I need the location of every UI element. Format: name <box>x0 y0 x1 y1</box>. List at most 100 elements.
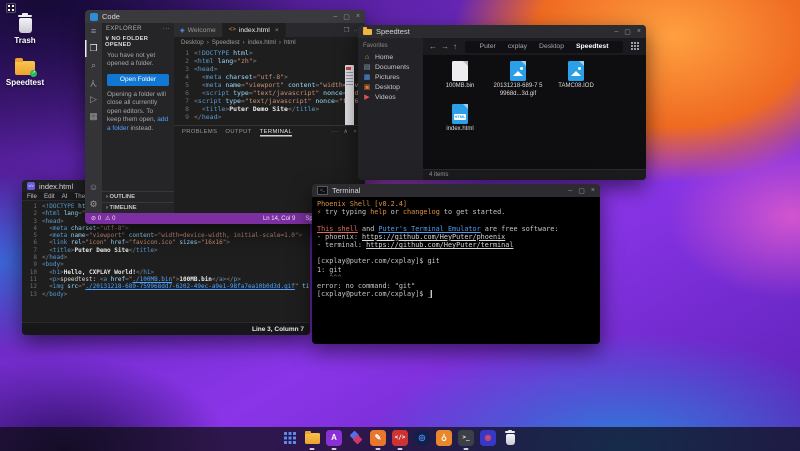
code-line[interactable]: 4 <meta charset="utf-8"> <box>174 73 365 81</box>
warnings-count[interactable]: ⚠ 0 <box>105 215 115 222</box>
more-actions-icon[interactable]: ··· <box>163 26 170 32</box>
forward-icon[interactable]: → <box>441 43 449 51</box>
vscode-breadcrumb[interactable]: Desktop›Speedtest›index.html›html <box>174 37 365 47</box>
minimize-button[interactable]: – <box>333 13 337 20</box>
code-line[interactable]: 8 <title>Puter Demo Site</title> <box>174 105 365 113</box>
extensions-icon[interactable]: ▦ <box>85 108 102 125</box>
close-button[interactable]: × <box>637 28 641 35</box>
sidebar-item-pictures[interactable]: ▦Pictures <box>363 72 423 82</box>
sidebar-item-documents[interactable]: ▤Documents <box>363 62 423 72</box>
breadcrumb-item[interactable]: Desktop <box>181 39 204 46</box>
panel-action-icon[interactable]: ··· <box>332 129 339 135</box>
source-control-icon[interactable]: ϒ <box>85 74 102 91</box>
file-item[interactable]: HTMLindex.html <box>435 104 485 134</box>
explorer-icon[interactable]: ❐ <box>85 40 102 57</box>
taskbar-item-file-manager[interactable] <box>304 429 320 450</box>
code-line[interactable]: 13</body> <box>22 291 310 298</box>
code-line[interactable]: 9</head> <box>174 113 365 121</box>
taskbar-item-speedtest[interactable]: ◉ <box>480 429 496 450</box>
terminal-body[interactable]: Phoenix Shell [v0.2.4]⚡ try typing help … <box>312 197 600 344</box>
taskbar-item-app-center[interactable]: A <box>326 429 342 450</box>
back-icon[interactable]: ← <box>429 43 437 51</box>
code-line[interactable]: 4 <meta charset="utf-8"> <box>22 225 310 232</box>
vscode-titlebar[interactable]: Code –▢× <box>85 10 365 23</box>
breadcrumb-item[interactable]: html <box>284 39 296 46</box>
sidebar-item-home[interactable]: ⌂Home <box>363 52 423 62</box>
file-item[interactable]: 20131218-689-7 59968d...3d.gif <box>493 61 543 98</box>
editor-action-icon[interactable]: ❐ <box>344 26 350 34</box>
code-line[interactable]: 3<head> <box>174 65 365 73</box>
panel-tab-problems[interactable]: PROBLEMS <box>182 129 217 135</box>
breadcrumb-item-desktop[interactable]: Desktop <box>539 43 564 50</box>
panel-action-icon[interactable]: × <box>353 129 357 135</box>
minimize-button[interactable]: – <box>568 187 572 194</box>
vscode-code-area[interactable]: 1<!DOCTYPE html>2<html lang="zh">3<head>… <box>174 47 365 126</box>
minimap[interactable] <box>345 65 354 126</box>
close-tab-icon[interactable]: × <box>275 27 279 34</box>
run-debug-icon[interactable]: ▷ <box>85 91 102 108</box>
no-folder-section[interactable]: ∨ NO FOLDER OPENED <box>102 34 174 50</box>
sidebar-item-videos[interactable]: ▶Videos <box>363 92 423 102</box>
panel-action-icon[interactable]: ∧ <box>344 129 349 135</box>
desktop-icon-trash[interactable]: Trash <box>2 13 48 45</box>
terminal-titlebar[interactable]: >_ Terminal –▢× <box>312 184 600 197</box>
code-line[interactable]: 1<!DOCTYPE html> <box>174 49 365 57</box>
taskbar-item-trash[interactable] <box>502 429 518 450</box>
code-line[interactable]: 12 <img src="./20131218-689-759968dd7-62… <box>22 283 310 290</box>
open-folder-button[interactable]: Open Folder <box>107 74 169 86</box>
accounts-icon[interactable]: ☺ <box>85 179 102 196</box>
line-col-indicator[interactable]: Ln 14, Col 9 <box>263 216 295 222</box>
code-line[interactable]: 11 <p>speedtest: <a href="./100MB.bin">1… <box>22 276 310 283</box>
taskbar-item-camera[interactable]: ◎ <box>414 429 430 450</box>
puter-menu-icon[interactable] <box>6 3 16 13</box>
breadcrumb-item-cxplay[interactable]: cxplay <box>508 43 527 50</box>
search-icon[interactable]: ⌕ <box>85 57 102 74</box>
taskbar-item-vscode[interactable]: </> <box>392 429 408 450</box>
menu-icon[interactable]: ≡ <box>85 23 102 40</box>
code-line[interactable]: 9<body> <box>22 261 310 268</box>
file-item[interactable]: 100MB.bin <box>435 61 485 98</box>
panel-tab-output[interactable]: OUTPUT <box>225 129 251 135</box>
up-icon[interactable]: ↑ <box>453 43 457 51</box>
taskbar-item-app-launcher[interactable] <box>282 429 298 450</box>
tab-index-html[interactable]: <>index.html× <box>223 23 286 37</box>
panel-tab-terminal[interactable]: TERMINAL <box>260 129 293 135</box>
menu-edit[interactable]: Edit <box>44 193 55 200</box>
code-line[interactable]: 7 <title>Puter Demo Site</title> <box>22 247 310 254</box>
code-line[interactable]: 5 <meta name="viewport" content="width=d… <box>22 232 310 239</box>
files-breadcrumb[interactable]: Puter cxplay Desktop Speedtest <box>465 41 623 53</box>
menu-file[interactable]: File <box>27 193 37 200</box>
breadcrumb-item[interactable]: index.html <box>248 39 276 46</box>
files-titlebar[interactable]: Speedtest –▢× <box>358 25 646 38</box>
tab-welcome[interactable]: ◈Welcome <box>174 23 223 37</box>
code-line[interactable]: 7<script type="text/javascript" nonce="f… <box>174 97 365 105</box>
grid-view-icon[interactable] <box>631 42 640 51</box>
taskbar-item-editor[interactable]: ✎ <box>370 429 386 450</box>
breadcrumb-item-puter[interactable]: Puter <box>480 43 496 50</box>
code-line[interactable]: 6 <link rel="icon" href="favicon.ico" si… <box>22 239 310 246</box>
maximize-button[interactable]: ▢ <box>578 187 585 195</box>
breadcrumb-item[interactable]: Speedtest <box>212 39 240 46</box>
timeline-section[interactable]: › TIMELINE <box>102 202 174 213</box>
taskbar-item-dev-center[interactable] <box>348 429 364 450</box>
code-line[interactable]: 2<html lang="zh"> <box>174 57 365 65</box>
errors-count[interactable]: ⊘ 0 <box>91 215 101 222</box>
desktop-icon-speedtest[interactable]: ↗ Speedtest <box>2 59 48 87</box>
code-line[interactable]: 6 <script type="text/javascript" nonce="… <box>174 89 365 97</box>
code-line[interactable]: 10 <h1>Hello, CXPLAY World!</h1> <box>22 269 310 276</box>
outline-section[interactable]: › OUTLINE <box>102 191 174 202</box>
minimize-button[interactable]: – <box>614 28 618 35</box>
breadcrumb-item-speedtest[interactable]: Speedtest <box>576 43 608 50</box>
sidebar-item-desktop[interactable]: ▣Desktop <box>363 82 423 92</box>
close-button[interactable]: × <box>356 13 360 20</box>
file-item[interactable]: TAMC08.IOD <box>551 61 601 98</box>
close-button[interactable]: × <box>591 187 595 194</box>
code-line[interactable]: 8</head> <box>22 254 310 261</box>
taskbar-item-recorder[interactable]: ⚲ <box>436 429 452 450</box>
settings-gear-icon[interactable]: ⚙ <box>85 196 102 213</box>
taskbar-item-terminal[interactable]: >_ <box>458 429 474 450</box>
maximize-button[interactable]: ▢ <box>624 28 631 36</box>
code-line[interactable]: 5 <meta name="viewport" content="width=d… <box>174 81 365 89</box>
menu-ai[interactable]: AI <box>62 193 68 200</box>
maximize-button[interactable]: ▢ <box>343 13 350 21</box>
